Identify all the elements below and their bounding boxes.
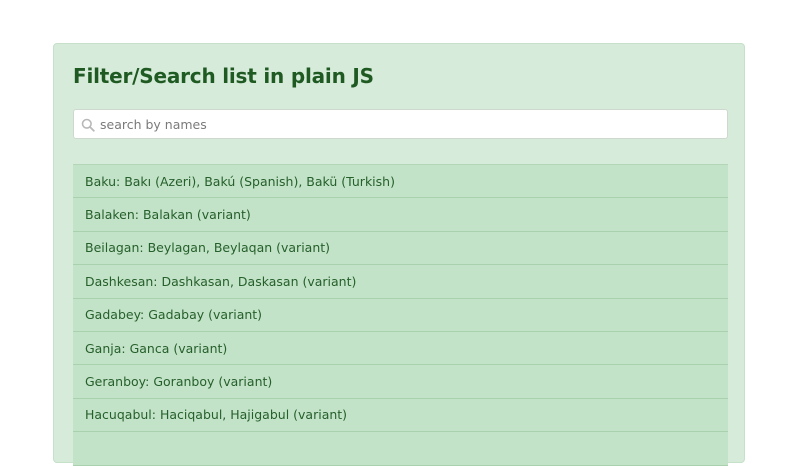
list-item[interactable]: Gadabey: Gadabay (variant) — [73, 298, 728, 332]
list-item[interactable]: Hacuqabul: Haciqabul, Hajigabul (variant… — [73, 398, 728, 433]
page-title: Filter/Search list in plain JS — [73, 64, 374, 88]
search-box[interactable] — [73, 109, 728, 139]
list-item[interactable]: Balaken: Balakan (variant) — [73, 198, 728, 232]
filter-card: Filter/Search list in plain JS Baku: Bak… — [53, 43, 745, 466]
list-item[interactable] — [73, 432, 728, 466]
names-list: Baku: Bakı (Azeri), Bakú (Spanish), Bakü… — [73, 164, 728, 466]
list-item[interactable]: Geranboy: Goranboy (variant) — [73, 365, 728, 399]
list-item[interactable]: Baku: Bakı (Azeri), Bakú (Spanish), Bakü… — [73, 165, 728, 199]
list-item[interactable]: Beilagan: Beylagan, Beylaqan (variant) — [73, 231, 728, 266]
list-item[interactable]: Dashkesan: Dashkasan, Daskasan (variant) — [73, 265, 728, 299]
list-item[interactable]: Ganja: Ganca (variant) — [73, 331, 728, 366]
search-icon — [81, 117, 95, 132]
search-input[interactable] — [100, 110, 720, 138]
